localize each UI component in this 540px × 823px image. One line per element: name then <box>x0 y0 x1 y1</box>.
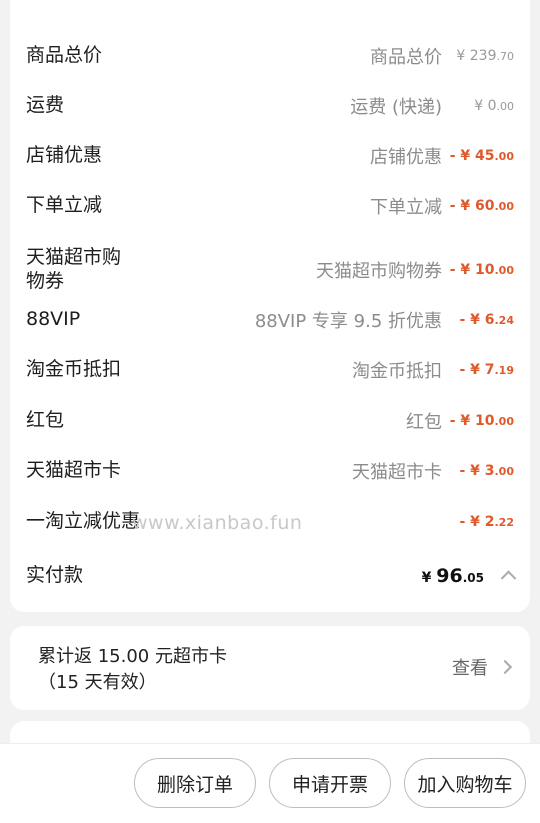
row-label: 店铺优惠 <box>26 144 103 166</box>
row-amount: ¥ 239.70 <box>456 47 514 64</box>
view-rebate-link[interactable]: 查看 <box>452 654 513 680</box>
row-desc: 天猫超市卡 <box>352 461 442 483</box>
summary-row-88vip: 88VIP 88VIP 专享 9.5 折优惠 - ¥ 6.24 <box>26 308 514 332</box>
row-label: 天猫超市卡 <box>26 459 122 481</box>
row-desc: 商品总价 <box>370 46 442 68</box>
row-amount: - ¥ 3.00 <box>459 462 514 479</box>
row-label: 下单立减 <box>26 194 103 216</box>
row-amount: - ¥ 45.00 <box>449 147 514 164</box>
row-label: 运费 <box>26 94 65 116</box>
row-amount: - ¥ 2.22 <box>459 513 514 530</box>
row-desc: 下单立减 <box>370 196 442 218</box>
row-label: 一淘立减优惠 <box>26 510 141 532</box>
rebate-text: 累计返 15.00 元超市卡 （15 天有效） <box>38 644 227 696</box>
summary-row-total[interactable]: 实付款 ¥ 96.05 <box>26 564 517 588</box>
total-amount: ¥ 96.05 <box>421 564 484 587</box>
row-desc: 店铺优惠 <box>370 146 442 168</box>
row-label: 红包 <box>26 409 65 431</box>
row-desc: 淘金币抵扣 <box>352 360 442 382</box>
total-label: 实付款 <box>26 564 84 586</box>
row-label: 商品总价 <box>26 44 103 66</box>
add-to-cart-button[interactable]: 加入购物车 <box>404 758 526 808</box>
summary-row-order-reduction: 下单立减 下单立减 - ¥ 60.00 <box>26 194 514 218</box>
row-amount: - ¥ 6.24 <box>459 311 514 328</box>
rebate-line-1: 累计返 15.00 元超市卡 <box>38 646 227 667</box>
row-desc: 88VIP 专享 9.5 折优惠 <box>254 310 442 332</box>
watermark-text: www.xianbao.fun <box>132 512 303 534</box>
view-label: 查看 <box>452 658 488 679</box>
summary-row-goods-total: 商品总价 商品总价 ¥ 239.70 <box>26 44 514 68</box>
summary-row-shipping: 运费 运费 (快递) ¥ 0.00 <box>26 94 514 118</box>
row-amount: - ¥ 60.00 <box>449 197 514 214</box>
summary-row-tmall-card: 天猫超市卡 天猫超市卡 - ¥ 3.00 <box>26 459 514 483</box>
row-amount: ¥ 0.00 <box>474 97 514 114</box>
rebate-line-2: （15 天有效） <box>38 672 157 693</box>
summary-row-store-discount: 店铺优惠 店铺优惠 - ¥ 45.00 <box>26 144 514 168</box>
chevron-up-icon[interactable] <box>500 570 517 586</box>
row-amount: - ¥ 10.00 <box>449 261 514 278</box>
bottom-action-bar: 删除订单 申请开票 加入购物车 <box>0 743 540 823</box>
delete-order-button[interactable]: 删除订单 <box>134 758 256 808</box>
row-label: 淘金币抵扣 <box>26 358 122 380</box>
row-amount: - ¥ 10.00 <box>449 412 514 429</box>
chevron-right-icon <box>497 659 513 675</box>
summary-row-tmall-coupon: 天猫超市购物券 天猫超市购物券 - ¥ 10.00 <box>26 246 514 294</box>
row-desc: 天猫超市购物券 <box>316 260 442 282</box>
row-amount: - ¥ 7.19 <box>459 361 514 378</box>
summary-row-taojinbi: 淘金币抵扣 淘金币抵扣 - ¥ 7.19 <box>26 358 514 382</box>
price-summary-card: 商品总价 商品总价 ¥ 239.70 运费 运费 (快递) ¥ 0.00 店铺优… <box>10 0 530 612</box>
summary-row-red-packet: 红包 红包 - ¥ 10.00 <box>26 409 514 433</box>
request-invoice-button[interactable]: 申请开票 <box>269 758 391 808</box>
row-label: 88VIP <box>26 308 81 330</box>
rebate-card[interactable]: 累计返 15.00 元超市卡 （15 天有效） 查看 <box>10 626 530 710</box>
row-label: 天猫超市购物券 <box>26 246 122 292</box>
row-desc: 运费 (快递) <box>350 96 442 118</box>
row-desc: 红包 <box>406 411 442 433</box>
